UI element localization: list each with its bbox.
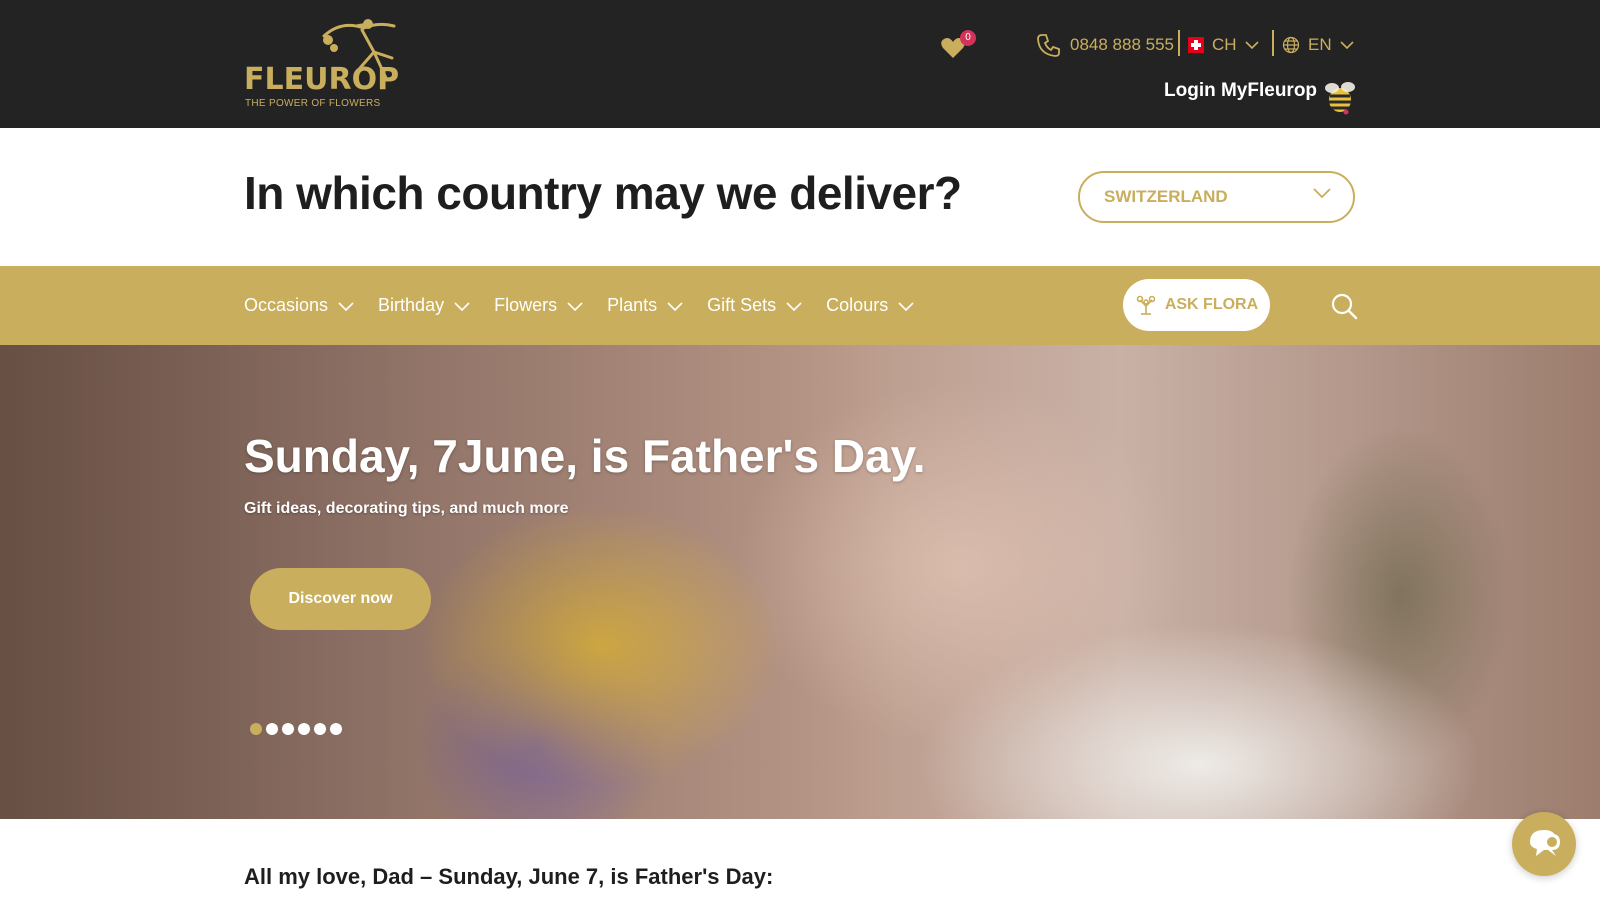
nav-item-plants[interactable]: Plants	[607, 295, 683, 316]
nav-item-label: Plants	[607, 295, 658, 315]
chevron-down-icon	[338, 301, 354, 311]
nav-item-label: Flowers	[494, 295, 558, 315]
carousel-dots	[250, 723, 342, 735]
country-dropdown-value: SWITZERLAND	[1104, 187, 1228, 206]
main-nav: Occasions Birthday Flowers Plants Gift S…	[0, 266, 1600, 345]
logo-tagline: THE POWER OF FLOWERS	[245, 98, 381, 109]
hero-image-overlay	[0, 345, 900, 819]
wishlist-count-badge: 0	[960, 30, 976, 46]
hero-subtitle: Gift ideas, decorating tips, and much mo…	[244, 500, 569, 517]
chat-icon	[1530, 830, 1560, 856]
discover-now-button[interactable]: Discover now	[250, 568, 431, 630]
country-dropdown[interactable]: SWITZERLAND	[1078, 171, 1355, 223]
wishlist-button[interactable]: 0	[940, 30, 976, 60]
ask-flora-button[interactable]: ASK FLORA	[1123, 279, 1270, 331]
country-picker-section: In which country may we deliver? SWITZER…	[0, 128, 1600, 266]
carousel-dot[interactable]	[298, 723, 310, 735]
bee-icon[interactable]	[1322, 78, 1358, 118]
logo-wordmark: FLEUROP	[244, 62, 400, 97]
nav-item-birthday[interactable]: Birthday	[378, 295, 470, 316]
chevron-down-icon	[1313, 188, 1331, 199]
hero-title: Sunday, 7June, is Father's Day.	[244, 430, 926, 482]
carousel-dot[interactable]	[266, 723, 278, 735]
hero-banner[interactable]: Sunday, 7June, is Father's Day. Gift ide…	[0, 345, 1600, 819]
nav-item-label: Colours	[826, 295, 889, 315]
language-selector[interactable]: EN	[1282, 30, 1354, 60]
globe-icon	[1282, 36, 1300, 54]
nav-item-label: Occasions	[244, 295, 329, 315]
nav-item-label: Gift Sets	[707, 295, 777, 315]
phone-icon	[1037, 34, 1060, 57]
swiss-flag-icon	[1188, 37, 1204, 53]
chevron-down-icon	[567, 301, 583, 311]
chevron-down-icon	[454, 301, 470, 311]
nav-item-flowers[interactable]: Flowers	[494, 295, 583, 316]
carousel-dot[interactable]	[250, 723, 262, 735]
phone-link[interactable]: 0848 888 555	[1036, 30, 1174, 60]
intro-heading: All my love, Dad – Sunday, June 7, is Fa…	[244, 864, 774, 889]
chat-button[interactable]	[1512, 812, 1576, 876]
login-link[interactable]: Login MyFleurop	[1164, 80, 1317, 102]
nav-item-label: Birthday	[378, 295, 445, 315]
nav-item-colours[interactable]: Colours	[826, 295, 914, 316]
flora-icon	[1136, 295, 1156, 315]
phone-number: 0848 888 555	[1070, 35, 1174, 54]
carousel-dot[interactable]	[282, 723, 294, 735]
country-question-heading: In which country may we deliver?	[244, 167, 962, 219]
top-bar: FLEUROP THE POWER OF FLOWERS 0 0848 888 …	[0, 0, 1600, 128]
divider	[1178, 30, 1180, 56]
country-selector[interactable]: CH	[1188, 30, 1259, 60]
chevron-down-icon	[786, 301, 802, 311]
carousel-dot[interactable]	[314, 723, 326, 735]
country-code: CH	[1212, 35, 1237, 54]
nav-item-gift-sets[interactable]: Gift Sets	[707, 295, 802, 316]
chevron-down-icon	[1340, 41, 1354, 50]
search-icon[interactable]	[1330, 292, 1358, 320]
fleurop-logo[interactable]: FLEUROP THE POWER OF FLOWERS	[244, 18, 414, 110]
ask-flora-label: ASK FLORA	[1164, 296, 1259, 313]
chevron-down-icon	[898, 301, 914, 311]
divider	[1272, 30, 1274, 56]
nav-item-occasions[interactable]: Occasions	[244, 295, 354, 316]
chevron-down-icon	[667, 301, 683, 311]
language-code: EN	[1308, 35, 1332, 54]
carousel-dot[interactable]	[330, 723, 342, 735]
chevron-down-icon	[1244, 41, 1259, 50]
